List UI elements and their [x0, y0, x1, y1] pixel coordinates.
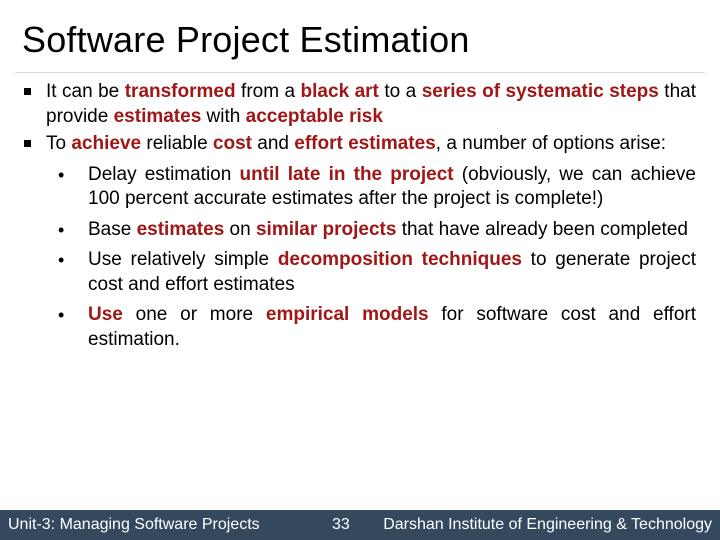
plain-text: one or more — [122, 304, 266, 325]
sub-bullet-text: Delay estimation until late in the proje… — [88, 164, 696, 210]
title-divider — [15, 72, 705, 73]
plain-text: Use relatively simple — [88, 249, 278, 270]
plain-text: and — [252, 133, 295, 154]
emphasized-text: series of systematic steps — [421, 81, 659, 102]
footer-unit-label: Unit-3: Managing Software Projects — [8, 516, 260, 533]
emphasized-text: achieve — [71, 133, 142, 154]
emphasized-text: empirical models — [265, 304, 429, 325]
emphasized-text: decomposition techniques — [277, 249, 522, 270]
sub-bullet-item: • Use one or more empirical models for s… — [24, 303, 696, 352]
plain-text: from a — [235, 81, 301, 102]
sub-bullet-text: Use relatively simple decomposition tech… — [88, 249, 696, 295]
sub-bullet-item: • Use relatively simple decomposition te… — [24, 248, 696, 297]
sub-bullet-text: Use one or more empirical models for sof… — [88, 304, 696, 350]
sub-bullet-item: • Delay estimation until late in the pro… — [24, 163, 696, 212]
plain-text: that have already been completed — [396, 218, 688, 240]
plain-text: reliable — [141, 133, 213, 154]
slide-title: Software Project Estimation — [22, 19, 470, 60]
plain-text: Base — [88, 218, 137, 240]
plain-text: to a — [378, 81, 422, 102]
dot-bullet-icon: • — [58, 305, 65, 325]
plain-text: with — [201, 105, 246, 127]
emphasized-text: effort estimates — [294, 133, 436, 154]
emphasized-text: until late in the project — [239, 163, 454, 185]
plain-text: , a number of options arise: — [435, 133, 667, 154]
sub-bullet-text: Base estimates on similar projects that … — [88, 219, 688, 240]
footer-institute-label: Darshan Institute of Engineering & Techn… — [383, 516, 712, 533]
slide-content: It can be transformed from a black art t… — [24, 80, 696, 355]
plain-text: Delay estimation — [88, 163, 240, 185]
emphasized-text: estimates — [136, 218, 225, 240]
dot-bullet-icon: • — [58, 250, 65, 270]
square-bullet-icon — [24, 88, 31, 95]
dot-bullet-icon: • — [58, 219, 65, 240]
emphasized-text: estimates — [113, 105, 202, 127]
slide-footer: Unit-3: Managing Software Projects 33 Da… — [0, 510, 720, 540]
emphasized-text: acceptable risk — [245, 105, 383, 127]
emphasized-text: transformed — [124, 81, 236, 102]
plain-text: It can be — [46, 81, 125, 102]
page-number: 33 — [332, 516, 350, 533]
sub-bullet-item: • Base estimates on similar projects tha… — [24, 218, 696, 243]
bullet-text: It can be transformed from a black art t… — [46, 81, 696, 127]
plain-text: To — [46, 133, 72, 154]
bullet-text: To achieve reliable cost and effort esti… — [46, 133, 666, 154]
emphasized-text: cost — [212, 133, 252, 154]
square-bullet-icon — [24, 140, 31, 147]
bullet-item: To achieve reliable cost and effort esti… — [24, 132, 696, 157]
emphasized-text: black art — [300, 81, 379, 102]
emphasized-text: similar projects — [255, 218, 397, 240]
plain-text: on — [224, 218, 256, 240]
bullet-item: It can be transformed from a black art t… — [24, 80, 696, 129]
emphasized-text: Use — [88, 304, 123, 325]
dot-bullet-icon: • — [58, 164, 65, 185]
